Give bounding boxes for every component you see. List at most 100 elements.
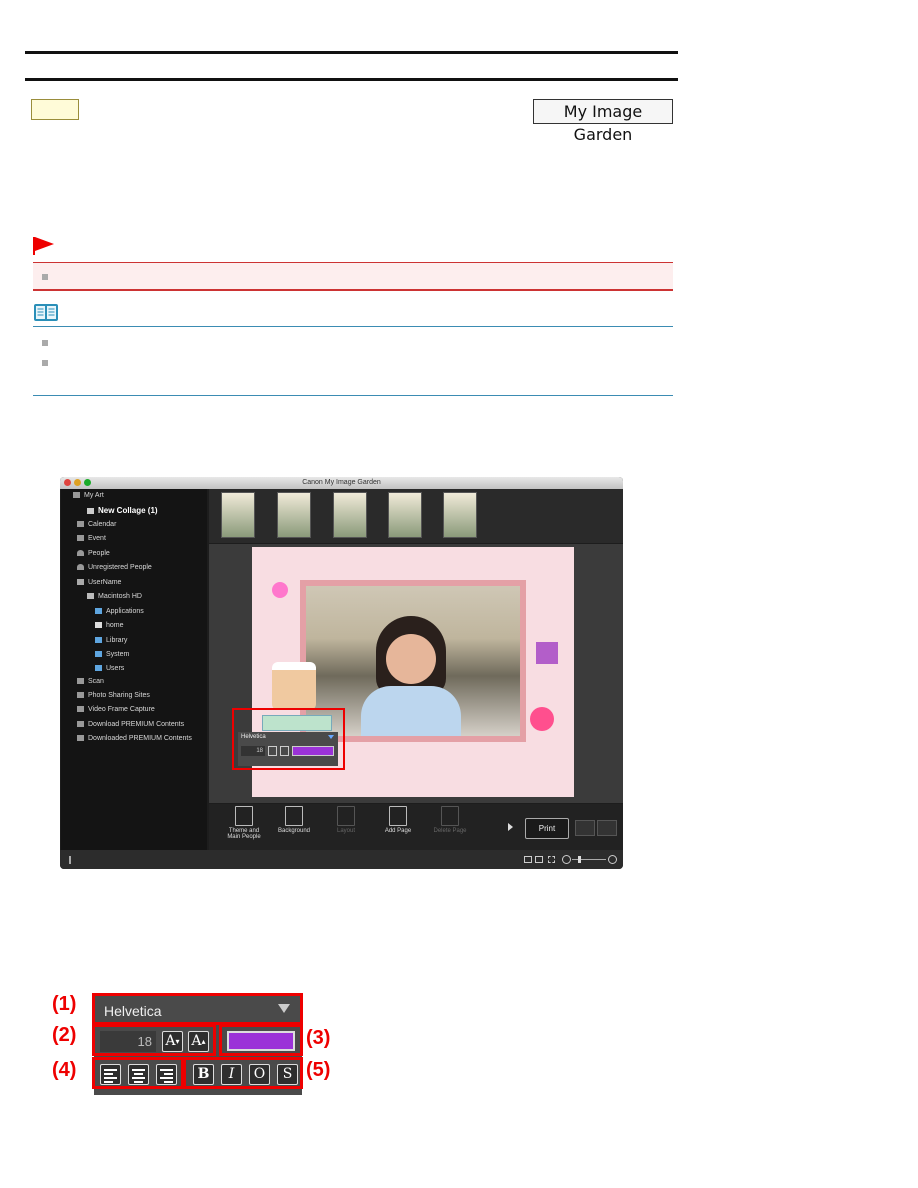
italic-icon[interactable]: I (221, 1064, 242, 1085)
app-name-badge: My Image Garden (533, 99, 673, 144)
zoom-in-icon[interactable] (608, 855, 617, 864)
callout-box-2: 18 A▾ A▴ (92, 1024, 216, 1056)
bullet (42, 340, 48, 346)
thumbnail[interactable] (388, 492, 422, 538)
next-page-button[interactable] (597, 820, 617, 836)
gift-sticker[interactable] (536, 642, 558, 664)
folder-icon (95, 608, 102, 615)
photo-clothes (361, 686, 461, 736)
note-book-icon (34, 304, 58, 321)
sidebar-item-applications[interactable]: Applications (95, 608, 144, 615)
layout-button[interactable]: Layout (327, 806, 365, 834)
font-size-increase-icon[interactable]: A▴ (188, 1031, 209, 1052)
font-dropdown-arrow-icon[interactable] (278, 1004, 290, 1013)
note-top-rule (33, 326, 673, 327)
background-icon (285, 806, 303, 826)
font-size-decrease-icon[interactable]: A▾ (162, 1031, 183, 1052)
expand-arrow-icon[interactable] (508, 823, 513, 831)
folder-icon (95, 637, 102, 644)
outline-icon[interactable]: O (249, 1064, 270, 1085)
print-button[interactable]: Print (525, 818, 569, 839)
bold-icon[interactable]: B (193, 1064, 214, 1085)
thumbnail[interactable] (277, 492, 311, 538)
align-right-icon[interactable] (156, 1064, 177, 1085)
callout-label-1: (1) (52, 993, 77, 1015)
important-flag-icon (33, 237, 54, 255)
event-icon (77, 535, 84, 542)
bottom-toolbar: Theme and Main People Background Layout … (209, 804, 623, 850)
status-bar (60, 850, 623, 869)
drive-icon (87, 593, 94, 600)
sidebar-item-new-collage[interactable]: New Collage (1) (87, 506, 158, 515)
delete-page-button[interactable]: Delete Page (431, 806, 469, 834)
shadow-icon[interactable]: S (277, 1064, 298, 1085)
section-tag (31, 99, 79, 120)
photo-face (386, 634, 436, 684)
add-page-icon (389, 806, 407, 826)
people-icon (77, 550, 84, 557)
cake-sticker[interactable] (272, 662, 316, 710)
sidebar-item-my-art[interactable]: My Art (69, 492, 104, 499)
zoom-out-icon[interactable] (562, 855, 571, 864)
previous-page-button[interactable] (575, 820, 595, 836)
thumbnail[interactable] (333, 492, 367, 538)
mini-text-palette: Helvetica 18 (238, 732, 338, 766)
sidebar-item-home[interactable]: home (95, 622, 124, 629)
display-mode-icon[interactable] (535, 856, 543, 863)
font-size-down-icon[interactable] (268, 746, 277, 756)
note-bottom-rule (33, 395, 673, 396)
my-art-icon (73, 492, 80, 499)
thumbnail[interactable] (221, 492, 255, 538)
callout-label-3: (3) (306, 1027, 331, 1049)
sidebar-item-library[interactable]: Library (95, 637, 127, 644)
sidebar-item-people[interactable]: People (77, 550, 110, 557)
info-icon[interactable] (69, 856, 71, 864)
background-button[interactable]: Background (275, 806, 313, 834)
callout-box-5: B I O S (183, 1057, 303, 1089)
sidebar-item-download-premium[interactable]: Download PREMIUM Contents (77, 721, 184, 728)
sidebar-item-scan[interactable]: Scan (77, 678, 104, 685)
text-color-swatch[interactable] (227, 1031, 295, 1051)
theme-icon (235, 806, 253, 826)
sidebar-item-downloaded-premium[interactable]: Downloaded PREMIUM Contents (77, 735, 192, 742)
add-page-button[interactable]: Add Page (379, 806, 417, 834)
chevron-down-icon[interactable] (328, 735, 334, 739)
calendar-icon (77, 521, 84, 528)
sidebar-item-photo-sharing[interactable]: Photo Sharing Sites (77, 692, 150, 699)
sidebar-item-event[interactable]: Event (77, 535, 106, 542)
sidebar-item-video-frame-capture[interactable]: Video Frame Capture (77, 706, 155, 713)
bullet (42, 360, 48, 366)
display-mode-icon[interactable] (524, 856, 532, 863)
zoom-slider-thumb[interactable] (578, 856, 581, 863)
video-capture-icon (77, 706, 84, 713)
align-left-icon[interactable] (100, 1064, 121, 1085)
sidebar-item-system[interactable]: System (95, 651, 129, 658)
thumbnail-strip (209, 489, 623, 543)
font-name: Helvetica (104, 1003, 162, 1019)
home-icon (95, 622, 102, 629)
thumbnail[interactable] (443, 492, 477, 538)
sidebar-item-username[interactable]: UserName (77, 579, 121, 586)
sidebar-item-macintosh-hd[interactable]: Macintosh HD (87, 593, 142, 600)
align-center-icon[interactable] (128, 1064, 149, 1085)
download-icon (77, 721, 84, 728)
unregistered-people-icon (77, 564, 84, 571)
header-top-rule (25, 51, 678, 54)
sidebar-item-users[interactable]: Users (95, 665, 124, 672)
title-bar: Canon My Image Garden (60, 477, 623, 489)
mini-color-swatch[interactable] (292, 746, 334, 756)
flower-sticker[interactable] (272, 582, 288, 598)
font-size-up-icon[interactable] (280, 746, 289, 756)
font-size-field[interactable]: 18 (100, 1031, 156, 1052)
sidebar-item-calendar[interactable]: Calendar (77, 521, 116, 528)
text-box[interactable] (262, 715, 332, 731)
header-bottom-rule (25, 78, 678, 81)
fullscreen-icon[interactable] (548, 856, 555, 863)
flower-sticker[interactable] (530, 707, 554, 731)
callout-box-1: Helvetica (92, 993, 303, 1025)
callout-box-4 (92, 1057, 184, 1089)
theme-main-people-button[interactable]: Theme and Main People (225, 806, 263, 840)
layout-icon (337, 806, 355, 826)
sidebar-item-unregistered-people[interactable]: Unregistered People (77, 564, 152, 571)
mini-size-field[interactable]: 18 (241, 746, 265, 756)
